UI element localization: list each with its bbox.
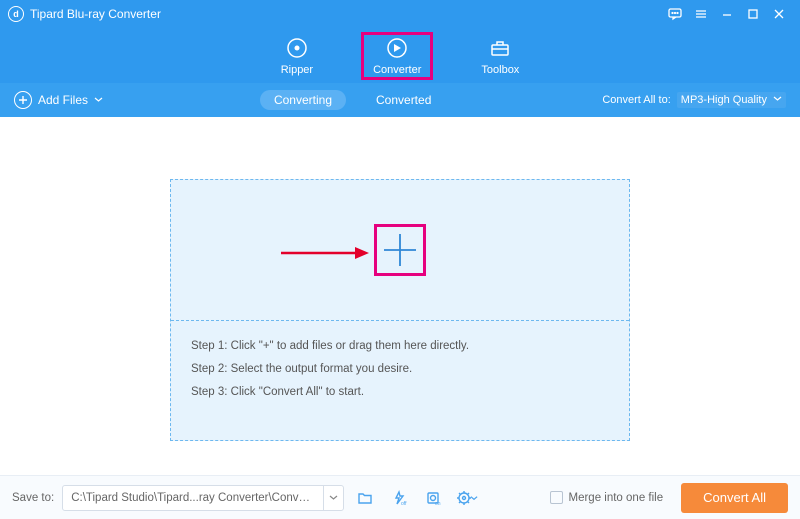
add-files-plus-button[interactable] — [377, 227, 423, 273]
add-files-button[interactable]: Add Files — [14, 91, 103, 109]
menu-icon[interactable] — [688, 0, 714, 28]
tab-ripper-label: Ripper — [281, 64, 313, 76]
tab-toolbox[interactable]: Toolbox — [471, 34, 529, 78]
settings-icon[interactable] — [454, 485, 480, 511]
maximize-icon[interactable] — [740, 0, 766, 28]
annotation-arrow — [279, 244, 369, 267]
step-3: Step 3: Click "Convert All" to start. — [191, 381, 609, 404]
open-folder-icon[interactable] — [352, 485, 378, 511]
gpu-icon[interactable]: on — [420, 485, 446, 511]
save-to-label: Save to: — [12, 492, 54, 504]
title-bar: d Tipard Blu-ray Converter — [0, 0, 800, 28]
app-title: Tipard Blu-ray Converter — [30, 7, 161, 21]
save-path-box: C:\Tipard Studio\Tipard...ray Converter\… — [62, 485, 344, 511]
drop-zone-top — [171, 180, 629, 320]
tab-converting[interactable]: Converting — [260, 90, 346, 110]
close-icon[interactable] — [766, 0, 792, 28]
bottom-bar: Save to: C:\Tipard Studio\Tipard...ray C… — [0, 475, 800, 519]
feedback-icon[interactable] — [662, 0, 688, 28]
tab-converted[interactable]: Converted — [362, 90, 445, 110]
main-tabs: Ripper Converter Toolbox — [0, 28, 800, 83]
tab-converter[interactable]: Converter — [363, 34, 431, 78]
drop-zone[interactable]: Step 1: Click "+" to add files or drag t… — [170, 179, 630, 441]
tab-converted-label: Converted — [376, 93, 431, 107]
speed-icon[interactable]: off — [386, 485, 412, 511]
convert-all-to-value: MP3-High Quality — [681, 94, 767, 106]
svg-text:on: on — [435, 501, 441, 506]
main-canvas: Step 1: Click "+" to add files or drag t… — [0, 117, 800, 475]
chevron-down-icon — [94, 93, 103, 107]
instruction-steps: Step 1: Click "+" to add files or drag t… — [171, 321, 629, 418]
save-path-dropdown[interactable] — [323, 486, 343, 510]
save-path-value: C:\Tipard Studio\Tipard...ray Converter\… — [63, 492, 323, 504]
tab-ripper[interactable]: Ripper — [271, 34, 323, 78]
plus-circle-icon — [14, 91, 32, 109]
merge-label: Merge into one file — [569, 492, 664, 504]
tab-toolbox-label: Toolbox — [481, 64, 519, 76]
convert-all-button[interactable]: Convert All — [681, 483, 788, 513]
checkbox-icon — [550, 491, 563, 504]
step-1: Step 1: Click "+" to add files or drag t… — [191, 335, 609, 358]
add-files-label: Add Files — [38, 93, 88, 107]
chevron-down-icon — [773, 94, 782, 106]
converter-icon — [385, 36, 409, 60]
app-logo-icon: d — [8, 6, 24, 22]
sub-bar: Add Files Converting Converted Convert A… — [0, 83, 800, 117]
step-2: Step 2: Select the output format you des… — [191, 358, 609, 381]
convert-all-to[interactable]: Convert All to: MP3-High Quality — [602, 92, 786, 108]
convert-all-button-label: Convert All — [703, 490, 766, 505]
merge-checkbox[interactable]: Merge into one file — [550, 491, 664, 504]
convert-all-to-label: Convert All to: — [602, 94, 670, 106]
tab-converting-label: Converting — [274, 93, 332, 107]
toolbox-icon — [488, 36, 512, 60]
svg-text:off: off — [401, 501, 407, 506]
tab-converter-label: Converter — [373, 64, 421, 76]
minimize-icon[interactable] — [714, 0, 740, 28]
ripper-icon — [285, 36, 309, 60]
